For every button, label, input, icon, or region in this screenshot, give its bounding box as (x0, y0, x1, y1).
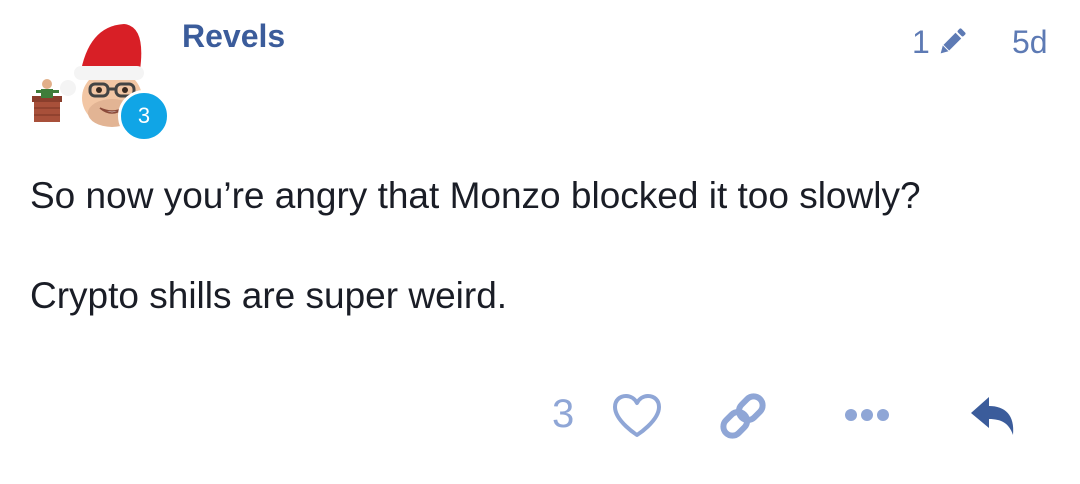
like-count[interactable]: 3 (552, 392, 574, 437)
share-link-button[interactable] (716, 390, 770, 442)
pencil-icon (940, 28, 966, 54)
post-age[interactable]: 5d (1012, 22, 1048, 62)
avatar[interactable]: 3 (28, 18, 178, 143)
edit-history-button[interactable]: 1 (912, 22, 970, 62)
like-button[interactable] (610, 392, 664, 440)
edit-count: 1 (912, 23, 930, 60)
post-body: So now you’re angry that Monzo blocked i… (30, 170, 1050, 370)
reply-icon (971, 397, 1014, 435)
username[interactable]: Revels (182, 18, 285, 55)
post-paragraph: So now you’re angry that Monzo blocked i… (30, 175, 921, 216)
post-paragraph: Crypto shills are super weird. (30, 275, 508, 316)
reply-button[interactable] (966, 392, 1018, 440)
post-actions: 3 (540, 386, 1040, 446)
ellipsis-icon (845, 409, 889, 421)
link-icon (720, 393, 766, 439)
more-options-button[interactable] (842, 400, 892, 430)
heart-icon (613, 394, 661, 437)
post: 3 Revels 1 5d So now you’re angry that M… (0, 0, 1080, 484)
trust-level-badge: 3 (118, 90, 170, 142)
